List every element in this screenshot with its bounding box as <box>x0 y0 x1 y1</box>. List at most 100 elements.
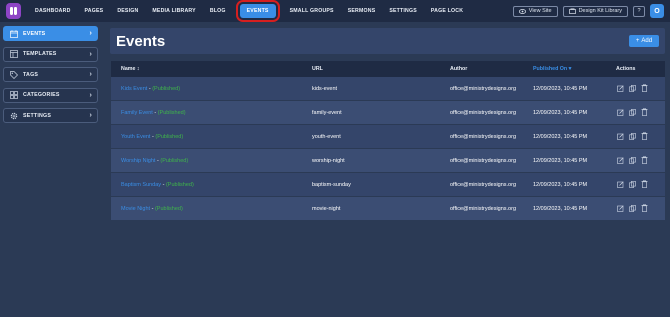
duplicate-icon[interactable] <box>629 156 636 164</box>
event-author: office@ministrydesigns.org <box>450 133 517 140</box>
edit-icon[interactable] <box>617 156 624 164</box>
nav-blog[interactable]: BLOG <box>203 0 233 22</box>
nav-pages[interactable]: PAGES <box>78 0 111 22</box>
user-avatar[interactable]: O <box>650 4 664 18</box>
event-url: baptism-sunday <box>312 181 351 188</box>
event-published-on: 12/09/2023, 10:45 PM <box>533 85 588 92</box>
row-actions <box>617 108 648 116</box>
edit-icon[interactable] <box>617 180 624 188</box>
event-name-link[interactable]: Family Event <box>121 110 153 116</box>
nav-label: DASHBOARD <box>35 8 71 14</box>
nav-label: PAGE LOCK <box>430 8 464 14</box>
design-kit-label: Design Kit Library <box>578 8 622 14</box>
column-header-name[interactable]: Name ↕ <box>121 66 140 72</box>
nav-label: EVENTS <box>235 0 280 22</box>
row-actions <box>617 132 648 140</box>
events-table: Name ↕ URL Author Published On ▾ Actions… <box>111 61 665 221</box>
help-button[interactable]: ? <box>633 5 645 17</box>
view-site-button[interactable]: View Site <box>512 5 558 17</box>
sidebar-item-tags[interactable]: TAGS › <box>3 67 98 82</box>
nav-events[interactable]: EVENTS <box>233 0 283 22</box>
trash-icon[interactable] <box>641 180 648 188</box>
trash-icon[interactable] <box>641 108 648 116</box>
duplicate-icon[interactable] <box>629 180 636 188</box>
duplicate-icon[interactable] <box>629 132 636 140</box>
column-label: Name <box>121 66 136 72</box>
event-url: kids-event <box>312 85 338 92</box>
template-icon <box>9 50 18 59</box>
nav-small-groups[interactable]: SMALL GROUPS <box>283 0 341 22</box>
nav-page-lock[interactable]: PAGE LOCK <box>424 0 470 22</box>
sidebar-item-settings[interactable]: SETTINGS › <box>3 108 98 123</box>
event-name-link[interactable]: Worship Night <box>121 158 155 164</box>
plus-icon: + <box>635 38 640 44</box>
status-badge: (Published) <box>157 109 186 116</box>
column-label: Published On <box>533 66 568 72</box>
edit-icon[interactable] <box>617 132 624 140</box>
nav-label: BLOG <box>209 8 226 14</box>
nav-sermons[interactable]: SERMONS <box>341 0 383 22</box>
nav-label: SETTINGS <box>389 8 417 14</box>
event-name-link[interactable]: Movie Night <box>121 206 150 212</box>
app-logo[interactable] <box>6 3 21 19</box>
event-author: office@ministrydesigns.org <box>450 205 517 212</box>
sidebar-item-label: CATEGORIES <box>23 92 60 98</box>
event-name-cell: Baptism Sunday - (Published) <box>121 182 194 188</box>
event-url: movie-night <box>312 205 341 212</box>
table-row: Youth Event - (Published) youth-event of… <box>111 125 665 149</box>
sort-desc-icon: ▾ <box>568 66 572 72</box>
event-name-cell: Worship Night - (Published) <box>121 158 188 164</box>
row-actions <box>617 84 648 92</box>
status-badge: (Published) <box>154 205 183 212</box>
chevron-right-icon: › <box>89 50 92 58</box>
sidebar-item-events[interactable]: EVENTS › <box>3 26 98 41</box>
nav-label: SERMONS <box>347 8 376 14</box>
table-row: Baptism Sunday - (Published) baptism-sun… <box>111 173 665 197</box>
status-badge: (Published) <box>160 157 189 164</box>
sidebar-item-label: TAGS <box>23 71 39 78</box>
event-name-link[interactable]: Baptism Sunday <box>121 182 161 188</box>
column-header-published-on[interactable]: Published On ▾ <box>533 66 571 72</box>
duplicate-icon[interactable] <box>629 204 636 212</box>
top-navigation-bar: DASHBOARD PAGES DESIGN MEDIA LIBRARY BLO… <box>0 0 670 22</box>
sidebar-item-label: SETTINGS <box>23 112 52 119</box>
help-icon: ? <box>637 8 641 14</box>
row-actions <box>617 156 648 164</box>
avatar-initial: O <box>654 7 660 15</box>
add-event-button[interactable]: + Add <box>629 35 659 47</box>
sidebar-item-categories[interactable]: CATEGORIES › <box>3 87 98 103</box>
design-kit-library-button[interactable]: Design Kit Library <box>562 5 628 17</box>
duplicate-icon[interactable] <box>629 84 636 92</box>
event-published-on: 12/09/2023, 10:45 PM <box>533 109 588 116</box>
event-url: family-event <box>312 109 342 116</box>
nav-design[interactable]: DESIGN <box>110 0 145 22</box>
trash-icon[interactable] <box>641 132 648 140</box>
event-author: office@ministrydesigns.org <box>450 85 517 92</box>
nav-label: PAGES <box>84 8 104 14</box>
nav-media-library[interactable]: MEDIA LIBRARY <box>145 0 202 22</box>
trash-icon[interactable] <box>641 84 648 92</box>
event-published-on: 12/09/2023, 10:45 PM <box>533 133 588 140</box>
status-badge: (Published) <box>152 85 181 92</box>
sidebar-item-templates[interactable]: TEMPLATES › <box>3 46 98 62</box>
duplicate-icon[interactable] <box>629 108 636 116</box>
main-nav: DASHBOARD PAGES DESIGN MEDIA LIBRARY BLO… <box>28 0 470 22</box>
eye-icon <box>518 8 526 14</box>
edit-icon[interactable] <box>617 108 624 116</box>
edit-icon[interactable] <box>617 204 624 212</box>
top-actions: View Site Design Kit Library ? O <box>512 3 664 19</box>
nav-dashboard[interactable]: DASHBOARD <box>28 0 78 22</box>
event-name-link[interactable]: Kids Event <box>121 86 147 92</box>
trash-icon[interactable] <box>641 156 648 164</box>
event-name-link[interactable]: Youth Event <box>121 134 150 140</box>
calendar-icon <box>9 29 18 38</box>
row-actions <box>617 204 648 212</box>
edit-icon[interactable] <box>617 84 624 92</box>
table-row: Kids Event - (Published) kids-event offi… <box>111 77 665 101</box>
event-published-on: 12/09/2023, 10:45 PM <box>533 181 588 188</box>
trash-icon[interactable] <box>641 204 648 212</box>
status-badge: (Published) <box>155 133 184 140</box>
row-actions <box>617 180 648 188</box>
nav-settings[interactable]: SETTINGS <box>382 0 424 22</box>
nav-label: SMALL GROUPS <box>289 8 334 14</box>
